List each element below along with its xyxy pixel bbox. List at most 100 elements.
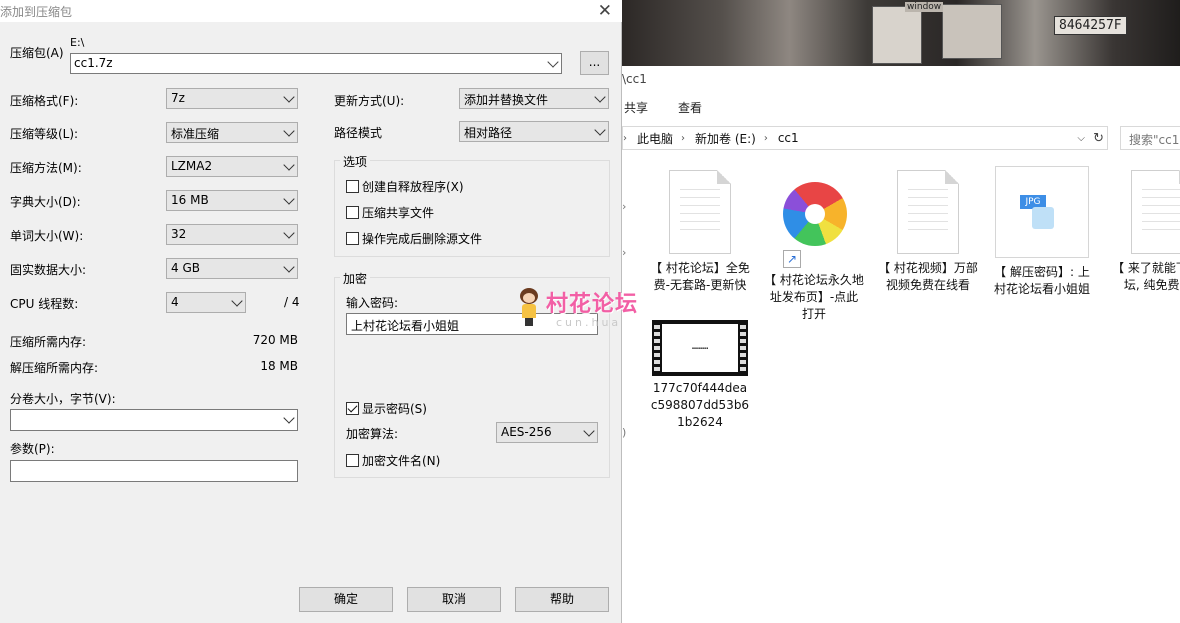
photo-poster xyxy=(872,6,922,64)
text-file-icon xyxy=(669,170,731,254)
update-mode-label: 更新方式(U): xyxy=(334,94,405,108)
chevron-down-icon xyxy=(594,91,606,103)
format-value: 7z xyxy=(171,91,185,105)
help-button[interactable]: 帮助 xyxy=(515,587,609,612)
method-value: LZMA2 xyxy=(171,159,213,173)
chevron-down-icon xyxy=(283,412,295,424)
checkbox-icon xyxy=(346,206,359,219)
refresh-icon[interactable]: ↻ xyxy=(1093,131,1104,146)
cpu-threads-label: CPU 线程数: xyxy=(10,297,79,311)
encryption-method-select[interactable]: AES-256 xyxy=(496,422,598,443)
dialog-title: 添加到压缩包 xyxy=(0,5,73,19)
nav-pane-arrow-icon: › xyxy=(622,200,627,213)
path-mode-value: 相对路径 xyxy=(464,126,513,140)
archive-name-value: cc1.7z xyxy=(74,56,113,70)
encrypt-names-label: 加密文件名(N) xyxy=(362,454,441,468)
file-explorer-window: window 8464257F \cc1 共享 查看 › 此电脑 › 新加卷 (… xyxy=(622,0,1180,623)
level-label: 压缩等级(L): xyxy=(10,127,79,141)
level-value: 标准压缩 xyxy=(171,127,220,141)
checkbox-icon xyxy=(346,232,359,245)
sfx-checkbox[interactable]: 创建自释放程序(X) xyxy=(346,178,464,195)
update-mode-select[interactable]: 添加并替换文件 xyxy=(459,88,609,109)
sfx-label: 创建自释放程序(X) xyxy=(362,180,464,194)
show-password-label: 显示密码(S) xyxy=(362,402,427,416)
ribbon-tab-view[interactable]: 查看 xyxy=(678,99,702,116)
checkbox-icon xyxy=(346,180,359,193)
chevron-down-icon xyxy=(283,91,295,103)
solid-size-select[interactable]: 4 GB xyxy=(166,258,298,279)
cpu-threads-value: 4 xyxy=(171,295,179,309)
jpg-file-icon: JPG xyxy=(995,166,1089,258)
pinwheel-shortcut-icon: ↗ xyxy=(783,182,847,268)
chevron-down-icon xyxy=(283,227,295,239)
level-select[interactable]: 标准压缩 xyxy=(166,122,298,143)
file-name: 【 村花论坛永久地址发布页】-点此打开 xyxy=(764,273,864,321)
compress-memory-value: 720 MB xyxy=(252,333,298,347)
nav-pane-arrow-icon: ) xyxy=(622,426,627,439)
show-password-checkbox[interactable]: 显示密码(S) xyxy=(346,400,427,417)
ok-button[interactable]: 确定 xyxy=(299,587,393,612)
parameters-input[interactable] xyxy=(10,460,298,482)
explorer-title: \cc1 xyxy=(622,72,647,86)
ribbon-tab-share[interactable]: 共享 xyxy=(624,99,648,116)
archive-label: 压缩包(A) xyxy=(10,46,64,60)
chevron-down-icon[interactable]: ⌵ xyxy=(1077,133,1085,144)
word-size-select[interactable]: 32 xyxy=(166,224,298,245)
dialog-titlebar: 添加到压缩包 ✕ xyxy=(0,0,622,22)
browse-button[interactable]: ... xyxy=(580,51,609,75)
split-volume-input[interactable] xyxy=(10,409,298,431)
dictionary-value: 16 MB xyxy=(171,193,209,207)
file-item[interactable]: 【 村花视频】万部视频免费在线看 xyxy=(878,170,978,294)
file-item[interactable]: ↗ 【 村花论坛永久地址发布页】-点此打开 xyxy=(764,170,864,323)
encrypt-names-checkbox[interactable]: 加密文件名(N) xyxy=(346,452,440,469)
cancel-button[interactable]: 取消 xyxy=(407,587,501,612)
search-input[interactable]: 搜索"cc1" xyxy=(1120,126,1180,150)
chevron-down-icon xyxy=(283,125,295,137)
file-item[interactable]: 【 来了就能下的论坛, 纯免费! 】 xyxy=(1112,170,1180,294)
dictionary-select[interactable]: 16 MB xyxy=(166,190,298,211)
chevron-down-icon xyxy=(594,124,606,136)
breadcrumb-this-pc[interactable]: 此电脑 xyxy=(637,130,673,147)
solid-size-value: 4 GB xyxy=(171,261,200,275)
address-bar[interactable]: › 此电脑 › 新加卷 (E:) › cc1 ⌵ ↻ xyxy=(622,126,1108,150)
watermark-text: 村花论坛 xyxy=(546,292,639,317)
file-item[interactable]: JPG 【 解压密码】: 上村花论坛看小姐姐 xyxy=(992,166,1092,298)
breadcrumb-drive-e[interactable]: 新加卷 (E:) xyxy=(695,130,756,147)
photo-poster xyxy=(942,4,1002,59)
chevron-down-icon xyxy=(283,193,295,205)
shared-files-label: 压缩共享文件 xyxy=(362,206,435,220)
archive-name-input[interactable]: cc1.7z xyxy=(70,53,562,74)
nav-pane-arrow-icon: › xyxy=(622,246,627,259)
decompress-memory-label: 解压缩所需内存: xyxy=(10,361,99,375)
shared-files-checkbox[interactable]: 压缩共享文件 xyxy=(346,204,434,221)
watermark-subtext: cun.hua xyxy=(556,316,622,329)
encryption-method-label: 加密算法: xyxy=(346,427,399,441)
file-name: 177c70f444deac598807dd53b61b2624 xyxy=(650,381,750,429)
delete-after-checkbox[interactable]: 操作完成后删除源文件 xyxy=(346,230,482,247)
text-file-icon xyxy=(1131,170,1180,254)
close-icon[interactable]: ✕ xyxy=(598,0,612,22)
archive-path: E:\ xyxy=(70,36,85,49)
breadcrumb-cc1[interactable]: cc1 xyxy=(778,131,799,145)
path-mode-select[interactable]: 相对路径 xyxy=(459,121,609,142)
cpu-threads-select[interactable]: 4 xyxy=(166,292,246,313)
solid-size-label: 固实数据大小: xyxy=(10,263,87,277)
file-name: 【 解压密码】: 上村花论坛看小姐姐 xyxy=(993,265,1090,296)
word-size-value: 32 xyxy=(171,227,187,241)
file-name: 【 来了就能下的论坛, 纯免费! 】 xyxy=(1112,261,1180,292)
photo-tag: 8464257F xyxy=(1054,16,1127,35)
encryption-method-value: AES-256 xyxy=(501,425,552,439)
file-item[interactable]: 【 村花论坛】全免费-无套路-更新快 xyxy=(650,170,750,294)
watermark: 村花论坛 cun.hua xyxy=(516,286,666,338)
shortcut-arrow-icon: ↗ xyxy=(783,250,801,268)
method-select[interactable]: LZMA2 xyxy=(166,156,298,177)
chevron-down-icon xyxy=(231,295,243,307)
parameters-label: 参数(P): xyxy=(10,442,55,456)
format-select[interactable]: 7z xyxy=(166,88,298,109)
chevron-right-icon: › xyxy=(681,132,686,144)
split-volume-label: 分卷大小，字节(V): xyxy=(10,392,116,406)
word-size-label: 单词大小(W): xyxy=(10,229,84,243)
method-label: 压缩方法(M): xyxy=(10,161,82,175)
chevron-down-icon xyxy=(547,56,559,68)
photo-window-sign: window xyxy=(905,2,944,12)
